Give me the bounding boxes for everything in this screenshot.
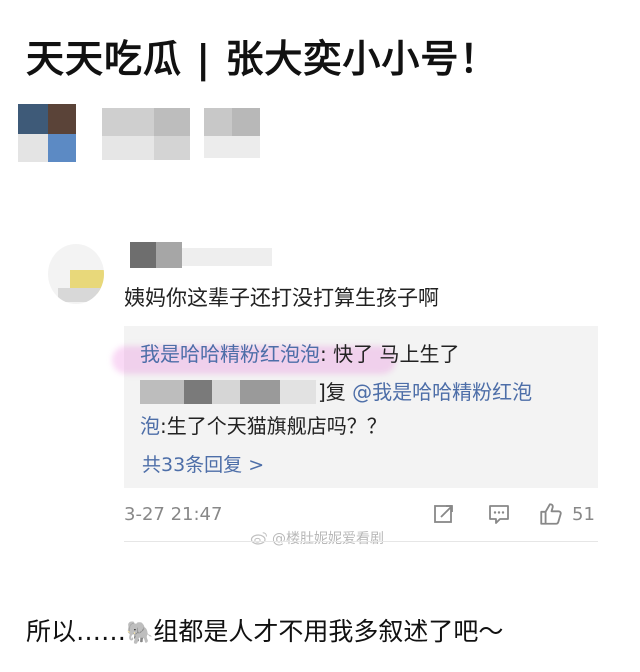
caption-prefix: 所以……	[26, 617, 127, 646]
elephant-icon: 🐘	[126, 621, 154, 646]
comment-text: 姨妈你这辈子还打没打算生孩子啊	[124, 286, 439, 310]
reply-1-author[interactable]: 我是哈哈精粉红泡泡	[140, 342, 320, 366]
watermark-text: @楼肚妮妮爱看剧	[272, 531, 384, 547]
like-count: 51	[572, 504, 595, 525]
comment-button[interactable]	[485, 500, 513, 528]
reply-2-line-2: 泡:生了个天猫旗舰店吗？？	[140, 410, 387, 439]
censored-author-info	[18, 104, 278, 164]
reply-2-prefix: ]复	[318, 380, 353, 404]
reply-2-text: :生了个天猫旗舰店吗？？	[160, 414, 387, 438]
reply-2-mention[interactable]: @我是哈哈精粉红泡	[352, 380, 532, 404]
censored-commenter-name	[126, 240, 286, 274]
reply-1: 我是哈哈精粉红泡泡: 快了 马上生了	[140, 338, 459, 367]
like-button[interactable]	[537, 500, 565, 528]
divider	[124, 541, 598, 542]
more-replies-link[interactable]: 共33条回复 >	[142, 450, 264, 477]
censored-reply-2-author	[140, 378, 316, 406]
reply-2-line-1: ]复 @我是哈哈精粉红泡	[318, 376, 532, 405]
reply-1-separator: :	[320, 342, 334, 366]
share-button[interactable]	[430, 500, 458, 528]
thumbs-up-icon	[540, 503, 562, 525]
comment-timestamp: 3-27 21:47	[124, 504, 223, 525]
reply-2-mention-continued[interactable]: 泡	[140, 414, 160, 438]
weibo-icon	[250, 532, 268, 545]
comment-icon	[489, 505, 509, 524]
watermark: @楼肚妮妮爱看剧	[250, 528, 384, 548]
reply-1-text: 快了 马上生了	[333, 342, 460, 366]
post-title: 天天吃瓜 | 张大奕小小号！	[26, 37, 499, 81]
screenshot-page: 天天吃瓜 | 张大奕小小号！ 姨妈你这辈子还打没打算生孩子啊 我是哈哈精粉红泡泡…	[0, 0, 640, 672]
commenter-avatar[interactable]	[48, 244, 104, 304]
caption: 所以……🐘组都是人才不用我多叙述了吧～	[26, 612, 503, 648]
share-icon	[434, 505, 453, 523]
caption-suffix: 组都是人才不用我多叙述了吧～	[153, 617, 504, 646]
